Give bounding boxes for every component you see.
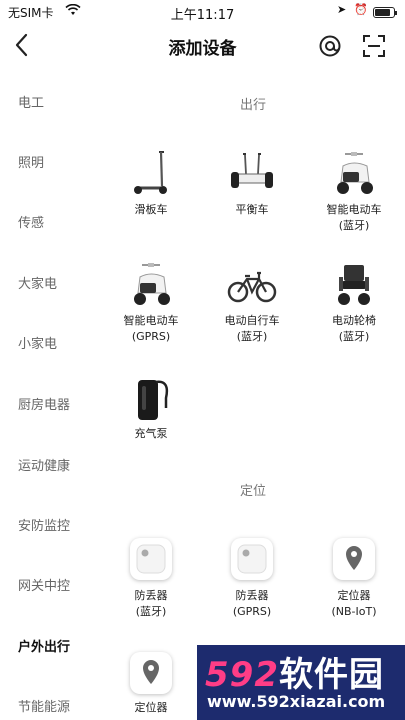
nav-bar: 添加设备 [0,24,405,68]
device-sublabel: (GPRS) [131,330,171,343]
category-sidebar: 电工 照明 传感 大家电 小家电 厨房电器 运动健康 安防监控 网关中控 户外出… [0,70,95,720]
device-label: 智能电动车 [326,203,382,216]
watermark-brand-cn: 软件园 [278,655,384,695]
device-locator[interactable]: 定位器 [96,652,206,716]
sidebar-item-gateway[interactable]: 网关中控 [18,575,70,594]
scooter-icon [134,151,167,194]
device-label: 平衡车 [235,203,269,216]
sidebar-item-sensors[interactable]: 传感 [18,212,44,231]
device-label: 滑板车 [134,203,168,216]
e-bike-icon [227,271,277,303]
device-label: 定位器 [337,589,371,602]
watermark: 592软件园 www.592xiazai.com [197,645,405,720]
sidebar-item-electrician[interactable]: 电工 [18,92,44,111]
air-pump-icon [138,380,169,420]
device-locator-nbiot[interactable]: 定位器 (NB-IoT) [299,538,405,620]
device-scooter[interactable]: 滑板车 [96,148,206,218]
status-bar: 无SIM卡 上午11:17 ➤ ⏰ [0,0,405,24]
device-label: 电动自行车 [224,314,280,327]
sidebar-item-energy[interactable]: 节能能源 [18,696,70,715]
device-label: 充气泵 [134,427,168,440]
tracker-tag-icon [130,538,172,580]
device-sublabel: (GPRS) [232,605,272,618]
device-sublabel: (蓝牙) [338,219,370,232]
sidebar-item-small-appliances[interactable]: 小家电 [18,333,57,352]
sidebar-item-outdoor-travel[interactable]: 户外出行 [18,636,70,655]
watermark-brand-number: 592 [205,655,279,695]
device-label: 防丢器 [134,589,168,602]
section-title-location: 定位 [239,484,266,499]
scan-icon[interactable] [362,34,386,58]
sidebar-item-large-appliances[interactable]: 大家电 [18,273,57,292]
e-moped-icon [134,263,170,305]
device-e-moped-gprs[interactable]: 智能电动车 (GPRS) [96,259,206,345]
page-title: 添加设备 [168,39,237,59]
device-label: 电动轮椅 [332,314,376,327]
location-pin-icon [333,538,375,580]
alarm-icon: ⏰ [354,3,368,16]
tracker-tag-icon [231,538,273,580]
device-sublabel: (蓝牙) [135,605,167,618]
device-sublabel: (蓝牙) [236,330,268,343]
e-moped-icon [337,152,373,194]
location-pin-icon [130,652,172,694]
device-e-bike-bluetooth[interactable]: 电动自行车 (蓝牙) [197,259,307,345]
device-sublabel: (蓝牙) [338,330,370,343]
at-sign-icon[interactable] [318,34,342,58]
sidebar-item-lighting[interactable]: 照明 [18,152,44,171]
device-air-pump[interactable]: 充气泵 [96,372,206,442]
battery-level [375,9,390,16]
device-sublabel: (NB-IoT) [331,605,377,618]
sidebar-item-sports-health[interactable]: 运动健康 [18,455,70,474]
watermark-url: www.592xiazai.com [207,692,386,711]
watermark-brand: 592软件园 [205,647,384,696]
battery-icon [373,7,397,18]
device-label: 定位器 [134,701,168,714]
balance-board-icon [231,153,273,188]
device-tracker-bluetooth[interactable]: 防丢器 (蓝牙) [96,538,206,620]
wheelchair-icon [338,265,370,305]
device-label: 防丢器 [235,589,269,602]
location-arrow-icon: ➤ [337,3,347,16]
device-e-moped-bluetooth[interactable]: 智能电动车 (蓝牙) [299,148,405,234]
device-wheelchair-bluetooth[interactable]: 电动轮椅 (蓝牙) [299,259,405,345]
device-label: 智能电动车 [123,314,179,327]
sidebar-item-security[interactable]: 安防监控 [18,515,70,534]
section-title-travel: 出行 [239,98,266,113]
device-tracker-gprs[interactable]: 防丢器 (GPRS) [197,538,307,620]
sidebar-item-kitchen[interactable]: 厨房电器 [18,394,70,413]
device-balance-board[interactable]: 平衡车 [197,148,307,218]
